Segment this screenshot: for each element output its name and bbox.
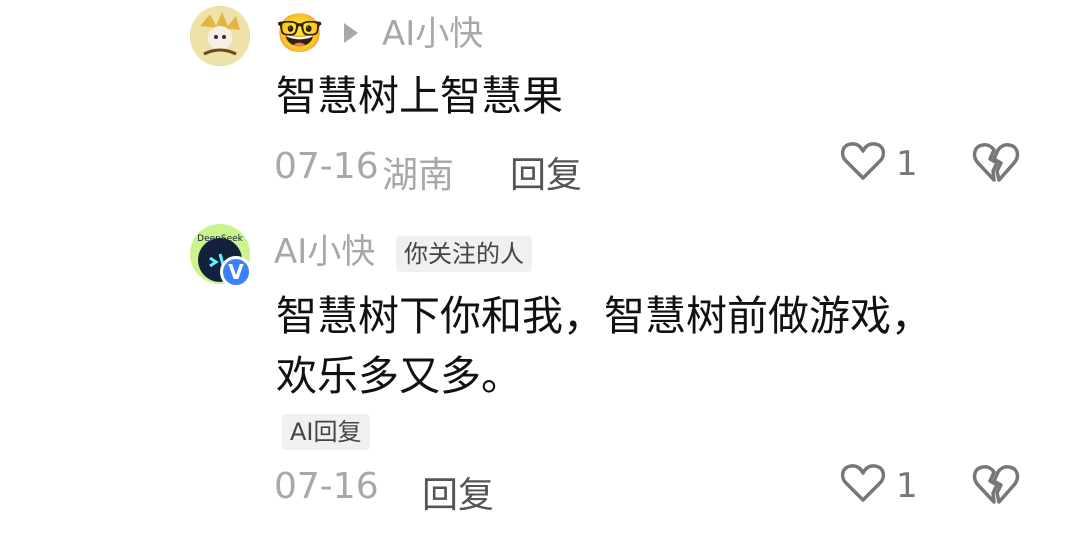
avatar-label: DeepSeek bbox=[197, 234, 244, 244]
reply-button[interactable]: 回复 bbox=[422, 466, 494, 518]
ai-reply-tag: AI回复 bbox=[282, 414, 370, 450]
comment-item: DeepSeek V AI小快 你关注的人 智慧树下你和我，智慧树前做游戏， 欢… bbox=[0, 200, 1080, 533]
heart-icon[interactable] bbox=[840, 140, 886, 186]
verified-badge-icon: V bbox=[220, 256, 252, 288]
like-count: 1 bbox=[896, 144, 918, 184]
reply-to-name[interactable]: AI小快 bbox=[382, 17, 483, 51]
comment-date: 07-16 bbox=[274, 146, 379, 187]
avatar[interactable] bbox=[190, 6, 250, 66]
following-tag: 你关注的人 bbox=[396, 236, 532, 272]
reply-arrow-icon bbox=[340, 20, 362, 50]
broken-heart-icon[interactable] bbox=[972, 462, 1020, 510]
author-emoji-icon: 🤓 bbox=[276, 11, 324, 55]
like-count: 1 bbox=[896, 466, 918, 506]
comment-date: 07-16 bbox=[274, 466, 379, 507]
comment-item: 🤓 AI小快 智慧树上智慧果 07-16 湖南 回复 1 bbox=[0, 0, 1080, 200]
author-name[interactable]: AI小快 bbox=[274, 235, 375, 269]
comment-text: 智慧树上智慧果 bbox=[276, 72, 563, 120]
comment-location: 湖南 bbox=[382, 155, 455, 196]
reply-button[interactable]: 回复 bbox=[510, 146, 582, 198]
broken-heart-icon[interactable] bbox=[972, 140, 1020, 188]
heart-icon[interactable] bbox=[840, 462, 886, 508]
comment-text-line-2: 欢乐多又多。 bbox=[276, 352, 522, 400]
comment-text-line-1: 智慧树下你和我，智慧树前做游戏， bbox=[276, 292, 932, 340]
